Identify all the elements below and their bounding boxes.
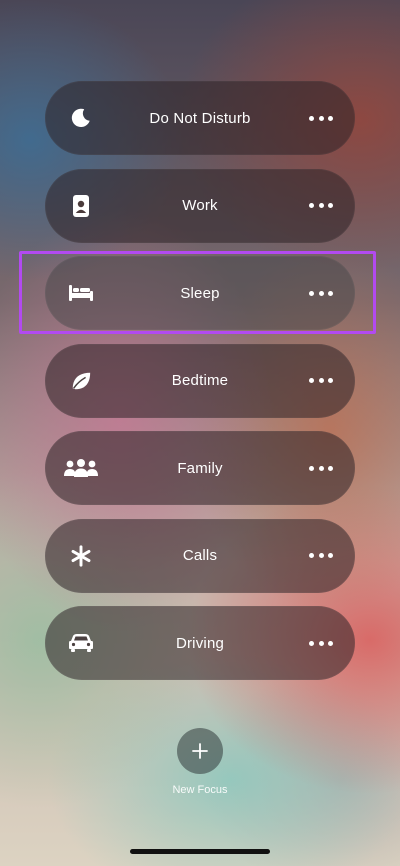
asterisk-icon bbox=[67, 542, 95, 570]
focus-item-driving[interactable]: Driving bbox=[45, 606, 355, 680]
new-focus-label: New Focus bbox=[172, 784, 228, 796]
new-focus-button[interactable] bbox=[177, 728, 223, 774]
more-options-icon[interactable] bbox=[309, 196, 333, 216]
new-focus: New Focus bbox=[0, 728, 400, 796]
plus-icon bbox=[192, 743, 208, 759]
focus-item-label: Work bbox=[182, 197, 218, 214]
focus-item-label: Sleep bbox=[180, 284, 220, 302]
leaf-icon bbox=[67, 367, 95, 395]
home-indicator[interactable] bbox=[130, 849, 270, 854]
id-badge-icon bbox=[67, 192, 95, 220]
focus-item-do-not-disturb[interactable]: Do Not Disturb bbox=[45, 81, 355, 155]
focus-item-label: Calls bbox=[182, 547, 218, 564]
focus-item-bedtime[interactable]: Bedtime bbox=[45, 343, 355, 418]
people-icon bbox=[61, 454, 101, 482]
focus-item-calls[interactable]: Calls bbox=[45, 518, 355, 593]
more-options-icon[interactable] bbox=[309, 283, 333, 303]
moon-icon bbox=[67, 104, 95, 132]
focus-mode-list: Do Not Disturb Work Sleep Bedtime Family… bbox=[45, 81, 355, 694]
focus-item-family[interactable]: Family bbox=[45, 431, 355, 505]
more-options-icon[interactable] bbox=[309, 108, 333, 128]
more-options-icon[interactable] bbox=[309, 371, 333, 391]
car-icon bbox=[67, 629, 95, 657]
focus-item-sleep[interactable]: Sleep bbox=[45, 256, 355, 330]
more-options-icon[interactable] bbox=[309, 458, 333, 478]
focus-item-label: Family bbox=[177, 459, 223, 477]
focus-item-label: Driving bbox=[175, 634, 225, 652]
focus-item-label: Do Not Disturb bbox=[149, 109, 251, 127]
focus-item-label: Bedtime bbox=[171, 372, 229, 389]
more-options-icon[interactable] bbox=[309, 546, 333, 566]
bed-icon bbox=[67, 279, 95, 307]
focus-item-work[interactable]: Work bbox=[45, 168, 355, 243]
more-options-icon[interactable] bbox=[309, 633, 333, 653]
